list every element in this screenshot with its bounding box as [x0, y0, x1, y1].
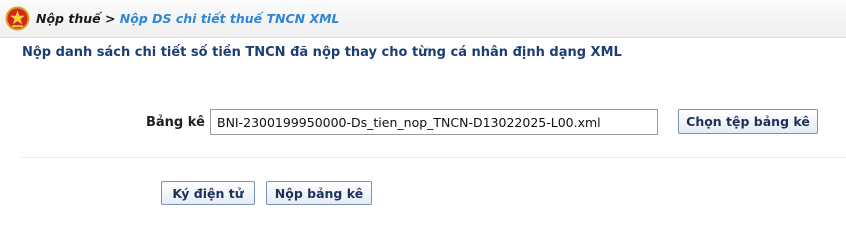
digital-sign-button[interactable]: Ký điện tử: [161, 181, 255, 205]
divider: [22, 157, 846, 158]
national-emblem-icon: [5, 6, 30, 31]
page-title: Nộp danh sách chi tiết số tiền TNCN đã n…: [22, 45, 622, 60]
breadcrumb-root[interactable]: Nộp thuế: [36, 11, 101, 26]
breadcrumb-separator: >: [100, 11, 120, 26]
breadcrumb-current[interactable]: Nộp DS chi tiết thuế TNCN XML: [120, 11, 340, 26]
breadcrumb: Nộp thuế > Nộp DS chi tiết thuế TNCN XML: [36, 11, 340, 26]
file-label: Bảng kê: [146, 115, 205, 130]
submit-list-button[interactable]: Nộp bảng kê: [266, 181, 372, 205]
top-bar: Nộp thuế > Nộp DS chi tiết thuế TNCN XML: [0, 0, 846, 38]
file-path-input[interactable]: [210, 109, 658, 135]
choose-file-button[interactable]: Chọn tệp bảng kê: [678, 109, 818, 134]
